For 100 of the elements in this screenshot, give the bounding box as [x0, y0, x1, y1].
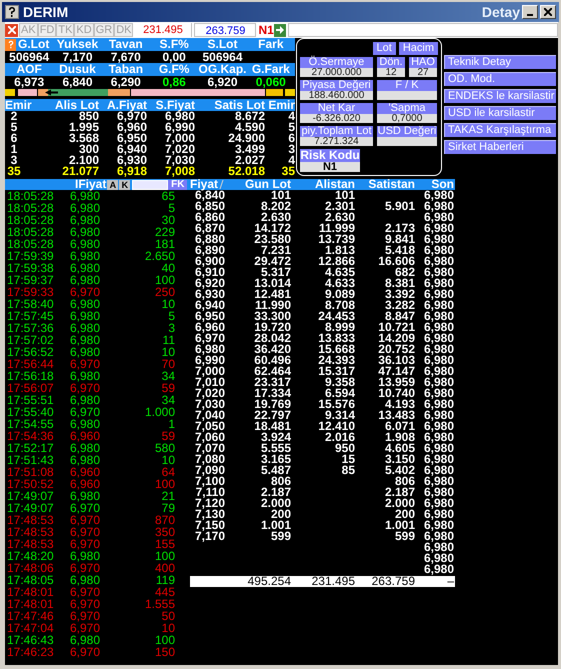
- sort-icon[interactable]: [219, 180, 224, 189]
- table-cell-text: 18.481: [253, 421, 291, 432]
- stat-value: 506964: [8, 51, 50, 63]
- table-cell-text: 3.282: [384, 300, 415, 311]
- table-cell-text: 6,980: [422, 498, 454, 509]
- table-cell-text: 17:59:39: [7, 250, 55, 262]
- toggle-button[interactable]: Hacim: [398, 42, 438, 55]
- table-cell-text: 22.797: [253, 410, 291, 421]
- table-cell-text: 14.172: [253, 223, 291, 234]
- table-cell-text: 150: [154, 646, 175, 658]
- table-cell-text: 12.410: [317, 421, 355, 432]
- table-cell-text: 17:48:53: [7, 526, 55, 538]
- table-cell-text: 17:56:18: [7, 370, 55, 382]
- link-button[interactable]: ENDEKS le karsilastir: [444, 89, 556, 103]
- table-cell-text: 17:56:44: [7, 358, 55, 370]
- table-cell-text: 12.481: [253, 289, 291, 300]
- table-cell-text: 3.924: [260, 432, 291, 443]
- column-header[interactable]: Emir: [265, 99, 295, 111]
- table-cell-text: 6,980: [70, 310, 102, 322]
- table-cell-text: 3.150: [384, 454, 415, 465]
- table-cell-text: 13.959: [377, 377, 415, 388]
- table-cell-text: 6,980: [70, 454, 102, 466]
- table-cell-text: 7,110: [194, 487, 225, 498]
- column-header[interactable]: Fiyat: [190, 179, 218, 190]
- table-cell-text: 17:54:36: [7, 430, 55, 442]
- help-icon[interactable]: [5, 5, 19, 19]
- table-cell-text: 6,980: [70, 418, 102, 430]
- link-button[interactable]: TAKAS Karşılaştırma: [444, 123, 556, 137]
- table-cell-text: 6,900: [194, 256, 225, 267]
- table-cell-text: 6,980: [70, 274, 102, 286]
- table-cell-text: 6,970: [116, 111, 147, 122]
- link-button[interactable]: USD ile karsilastir: [444, 106, 556, 120]
- field-label: Dön.: [377, 57, 405, 68]
- close-icon[interactable]: [5, 24, 18, 36]
- table-cell-text: 9.089: [324, 289, 355, 300]
- table-cell-text: 15.668: [317, 344, 355, 355]
- filter-button[interactable]: A: [107, 180, 118, 190]
- stat-label: G.Lot: [18, 38, 50, 51]
- table-cell-text: 3: [287, 144, 295, 155]
- stat-value: 6,920: [207, 76, 238, 88]
- table-cell-text: 6,980: [422, 377, 454, 388]
- stat-label: G.F%: [158, 63, 190, 76]
- table-cell-text: 85: [340, 465, 355, 476]
- table-cell-text: 5: [10, 122, 18, 133]
- toggle-button[interactable]: Lot: [372, 42, 396, 55]
- table-cell-text: 17:51:08: [7, 466, 55, 478]
- table-cell-text: 6,980: [422, 322, 454, 333]
- table-cell-text: 6,970: [70, 538, 102, 550]
- table-cell-text: 495.254: [246, 576, 291, 587]
- table-cell-text: 6,980: [422, 311, 454, 322]
- table-cell-text: 14.209: [377, 333, 415, 344]
- table-cell-text: 6,970: [70, 598, 102, 610]
- table-cell-text: 17:48:06: [7, 562, 55, 574]
- table-cell-text: 2: [10, 111, 18, 122]
- column-header[interactable]: Satis Lot: [195, 99, 265, 111]
- table-cell-text: 6,980: [70, 250, 102, 262]
- column-header[interactable]: Gun Lot: [225, 179, 291, 190]
- stat-label: Yuksek: [56, 38, 100, 51]
- table-cell-text: 2.173: [384, 223, 415, 234]
- column-header[interactable]: A.Fiyat: [99, 99, 147, 111]
- link-button[interactable]: Teknik Detay: [444, 55, 556, 69]
- filter-button[interactable]: K: [119, 180, 130, 190]
- column-header[interactable]: IFiyat: [75, 179, 106, 190]
- filter-button[interactable]: FK: [168, 180, 188, 190]
- stat-label: S.Lot: [206, 38, 238, 51]
- table-cell-text: 6,970: [70, 358, 102, 370]
- table-cell-text: 200: [270, 509, 291, 520]
- minimize-button[interactable]: [522, 5, 538, 19]
- table-cell-text: 6,960: [70, 478, 102, 490]
- table-cell-text: 17:48:20: [7, 550, 55, 562]
- column-header[interactable]: Alistan: [291, 179, 355, 190]
- table-cell-text: 5.901: [384, 201, 415, 212]
- column-header[interactable]: Son: [415, 179, 454, 190]
- column-header[interactable]: Satistan: [355, 179, 415, 190]
- table-cell-text: 17:59:33: [7, 286, 55, 298]
- column-header[interactable]: S.Fiyat: [147, 99, 195, 111]
- input-field[interactable]: [288, 23, 558, 37]
- table-cell-text: 7,000: [164, 133, 195, 144]
- table-cell-text: 6,980: [70, 346, 102, 358]
- column-header[interactable]: Emir: [5, 99, 33, 111]
- table-cell-text: 6,980: [422, 190, 454, 201]
- link-button[interactable]: OD. Mod.: [444, 72, 556, 86]
- close-button[interactable]: [540, 5, 556, 19]
- table-cell-text: 13.483: [377, 410, 415, 421]
- table-cell-text: 8.847: [384, 311, 415, 322]
- value-field: 188.460.000: [300, 91, 373, 100]
- link-button[interactable]: Sirket Haberleri: [444, 140, 556, 154]
- stat-value: 0,00: [161, 51, 187, 63]
- table-cell-text: 4: [288, 155, 295, 166]
- column-header[interactable]: Alis Lot: [33, 99, 99, 111]
- table-cell-text: 10: [160, 346, 175, 358]
- table-cell-text: 6,970: [194, 333, 225, 344]
- table-cell-text: 20.752: [377, 344, 415, 355]
- table-cell-text: 17:48:53: [7, 538, 55, 550]
- table-cell-text: 17:54:55: [7, 418, 55, 430]
- sell-total-field: 263.759: [194, 23, 256, 37]
- table-cell-text: 2.000: [260, 498, 291, 509]
- table-cell-text: 181: [154, 238, 175, 250]
- arrow-right-icon[interactable]: [274, 24, 286, 36]
- table-cell-text: 7,150: [194, 520, 225, 531]
